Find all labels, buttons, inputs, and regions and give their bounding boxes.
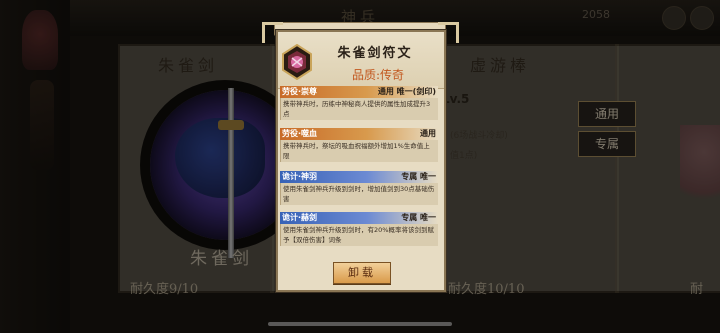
- rune-section-header: 劳役·崇尊 通用 唯一(剑印): [280, 86, 438, 98]
- rune-description: 携带神兵时，祭坛的吸血祝福额外增加1%生命值上限: [280, 140, 438, 162]
- home-indicator[interactable]: [268, 322, 452, 326]
- rune-description: 使用朱雀剑神兵升级到剑时，增加值剑到30点基础伤害: [280, 183, 438, 205]
- rune-section: 劳役·崇尊 通用 唯一(剑印) 携带神兵时，历练中神秘商人提供的属性加成提升3点: [280, 86, 438, 120]
- rune-name: 劳役·崇尊: [282, 87, 318, 96]
- rune-name: 诡计·赫剑: [282, 213, 318, 222]
- rune-tag: 通用: [420, 129, 436, 138]
- rune-section: 诡计·赫剑 专属 唯一 使用朱雀剑神兵升级到剑时，有20%概率将该剑到赋予【双倍…: [280, 212, 438, 246]
- rune-section-header: 诡计·赫剑 专属 唯一: [280, 212, 438, 224]
- rune-tag: 专属 唯一: [401, 213, 436, 222]
- rune-section-header: 诡计·神羽 专属 唯一: [280, 171, 438, 183]
- popup-quality: 品质:传奇: [351, 68, 405, 82]
- rune-tag: 专属 唯一: [401, 172, 436, 181]
- unload-button[interactable]: 卸载: [333, 262, 391, 284]
- rune-tag: 通用 唯一(剑印): [377, 87, 436, 96]
- rune-emblem-icon: [282, 44, 312, 80]
- rune-section: 劳役·噬血 通用 携带神兵时，祭坛的吸血祝福额外增加1%生命值上限: [280, 128, 438, 162]
- rune-description: 使用朱雀剑神兵升级到剑时，有20%概率将该剑到赋予【双倍伤害】词条: [280, 224, 438, 246]
- rune-section-header: 劳役·噬血 通用: [280, 128, 438, 140]
- rune-name: 诡计·神羽: [282, 172, 318, 181]
- popup-title: 朱雀剑符文: [337, 46, 413, 61]
- rune-section: 诡计·神羽 专属 唯一 使用朱雀剑神兵升级到剑时，增加值剑到30点基础伤害: [280, 171, 438, 205]
- rune-description: 携带神兵时，历练中神秘商人提供的属性加成提升3点: [280, 98, 438, 120]
- rune-name: 劳役·噬血: [282, 129, 318, 138]
